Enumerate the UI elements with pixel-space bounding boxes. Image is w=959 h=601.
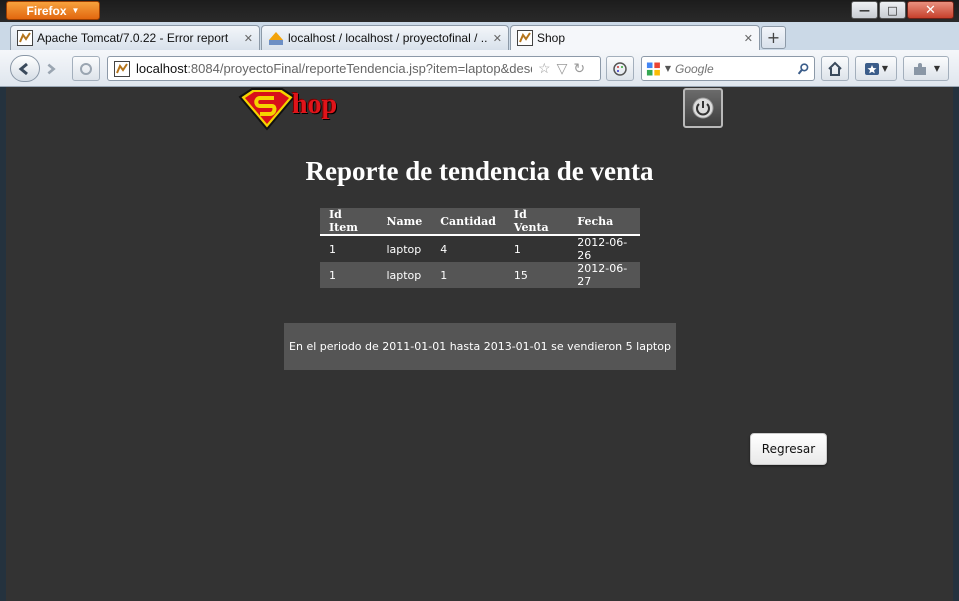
bookmark-star-icon[interactable]: ☆	[538, 60, 551, 77]
minimize-icon: —	[859, 3, 870, 17]
tab-label: Shop	[537, 31, 566, 45]
tab-close-icon[interactable]: ✕	[744, 32, 753, 45]
tab-phpmyadmin[interactable]: localhost / localhost / proyectofinal / …	[261, 25, 509, 50]
tab-label: localhost / localhost / proyectofinal / …	[288, 31, 487, 45]
table-row: 1 laptop 1 15 2012-06-27	[320, 262, 640, 288]
search-icon[interactable]	[797, 62, 810, 76]
tab-close-icon[interactable]: ✕	[493, 32, 502, 45]
sales-trend-table: Id Item Name Cantidad Id Venta Fecha 1 l…	[320, 208, 640, 288]
power-icon	[692, 97, 714, 119]
table-cell: 1	[513, 242, 521, 256]
tab-shop[interactable]: Shop ✕	[510, 25, 760, 50]
tab-close-icon[interactable]: ✕	[244, 32, 253, 45]
sales-summary-text: En el periodo de 2011-01-01 hasta 2013-0…	[289, 340, 671, 353]
tab-label: Apache Tomcat/7.0.22 - Error report	[37, 31, 229, 45]
table-cell: 1	[329, 242, 336, 256]
tomcat-favicon-icon	[517, 30, 533, 46]
close-window-button[interactable]: ✕	[907, 1, 954, 19]
table-cell: 2012-06-26	[577, 236, 628, 262]
table-cell: 1	[320, 262, 378, 288]
superman-shield-icon	[238, 88, 296, 131]
page-title: Reporte de tendencia de venta	[305, 156, 654, 186]
reload-icon[interactable]: ↻	[573, 60, 585, 77]
url-actions: ☆ ▽ ↻	[538, 60, 585, 77]
table-row: 1 laptop 4 1 2012-06-26	[320, 235, 640, 262]
phpmyadmin-favicon-icon	[269, 32, 283, 45]
tab-tomcat-error[interactable]: Apache Tomcat/7.0.22 - Error report ✕	[10, 25, 260, 50]
back-button[interactable]	[10, 55, 40, 82]
chevron-down-icon: ▼	[933, 64, 941, 73]
column-header-name: Name	[377, 208, 432, 236]
tomcat-favicon-icon	[17, 30, 33, 46]
table-cell: laptop	[386, 242, 422, 256]
addons-menu-button[interactable]: ▼	[903, 56, 949, 81]
close-icon: ✕	[925, 2, 936, 18]
shop-logo[interactable]: hop	[238, 87, 348, 131]
address-bar[interactable]: localhost:8084/proyectoFinal/reporteTend…	[107, 56, 601, 81]
new-tab-button[interactable]: +	[761, 26, 786, 49]
column-header-cantidad: Cantidad	[431, 208, 505, 236]
addon-button[interactable]	[606, 56, 634, 81]
bookmarks-icon	[864, 62, 879, 75]
window-titlebar: Firefox ▼ — □ ✕	[0, 0, 959, 22]
url-host: localhost	[136, 61, 188, 76]
home-button[interactable]	[821, 56, 849, 81]
table-cell: 2012-06-27	[568, 262, 640, 288]
window-controls: — □ ✕	[851, 1, 954, 19]
bookmarks-button[interactable]: ▼	[855, 56, 897, 81]
forward-button[interactable]	[40, 58, 62, 79]
table-cell: 15	[504, 262, 569, 288]
arrow-left-icon	[18, 62, 28, 75]
palette-icon	[613, 61, 627, 76]
home-icon	[828, 61, 842, 76]
url-path: :8084/proyectoFinal/reporteTendencia.jsp…	[187, 61, 532, 76]
throbber-icon	[80, 62, 92, 75]
firefox-menu-button[interactable]: Firefox ▼	[6, 1, 100, 20]
chevron-down-icon[interactable]: ▼	[665, 64, 671, 73]
logout-button[interactable]	[683, 88, 723, 128]
sales-summary: En el periodo de 2011-01-01 hasta 2013-0…	[284, 323, 676, 370]
chevron-down-icon: ▼	[881, 64, 889, 73]
minimize-button[interactable]: —	[851, 1, 878, 19]
maximize-button[interactable]: □	[879, 1, 906, 19]
dropdown-arrow-icon[interactable]: ▽	[557, 60, 568, 77]
column-header-id-item: Id Item	[320, 208, 378, 236]
tomcat-favicon-icon	[114, 60, 130, 77]
table-header-row: Id Item Name Cantidad Id Venta Fecha	[320, 208, 640, 236]
column-header-id-venta: Id Venta	[504, 208, 569, 236]
google-icon[interactable]	[646, 61, 661, 77]
regresar-button[interactable]: Regresar	[750, 433, 827, 465]
table-cell: 4	[440, 242, 448, 256]
page-content: hop Reporte de tendencia de venta Id Ite…	[6, 87, 953, 601]
plus-icon: +	[766, 28, 781, 47]
chevron-down-icon: ▼	[71, 6, 80, 15]
search-bar[interactable]: ▼	[641, 56, 815, 81]
column-header-fecha: Fecha	[568, 208, 640, 236]
table-cell: 1	[431, 262, 505, 288]
maximize-icon: □	[887, 3, 898, 17]
table-cell: laptop	[377, 262, 432, 288]
navigation-toolbar: localhost:8084/proyectoFinal/reporteTend…	[0, 50, 959, 87]
search-input[interactable]	[675, 61, 793, 76]
puzzle-icon	[913, 62, 926, 75]
url-text: localhost:8084/proyectoFinal/reporteTend…	[136, 61, 532, 76]
reload-stop-button[interactable]	[72, 56, 100, 81]
arrow-right-icon	[47, 63, 56, 74]
brand-text: hop	[292, 89, 338, 120]
window-frame-right	[953, 87, 959, 601]
tab-bar: Apache Tomcat/7.0.22 - Error report ✕ lo…	[0, 22, 959, 50]
firefox-menu-label: Firefox	[26, 3, 67, 18]
